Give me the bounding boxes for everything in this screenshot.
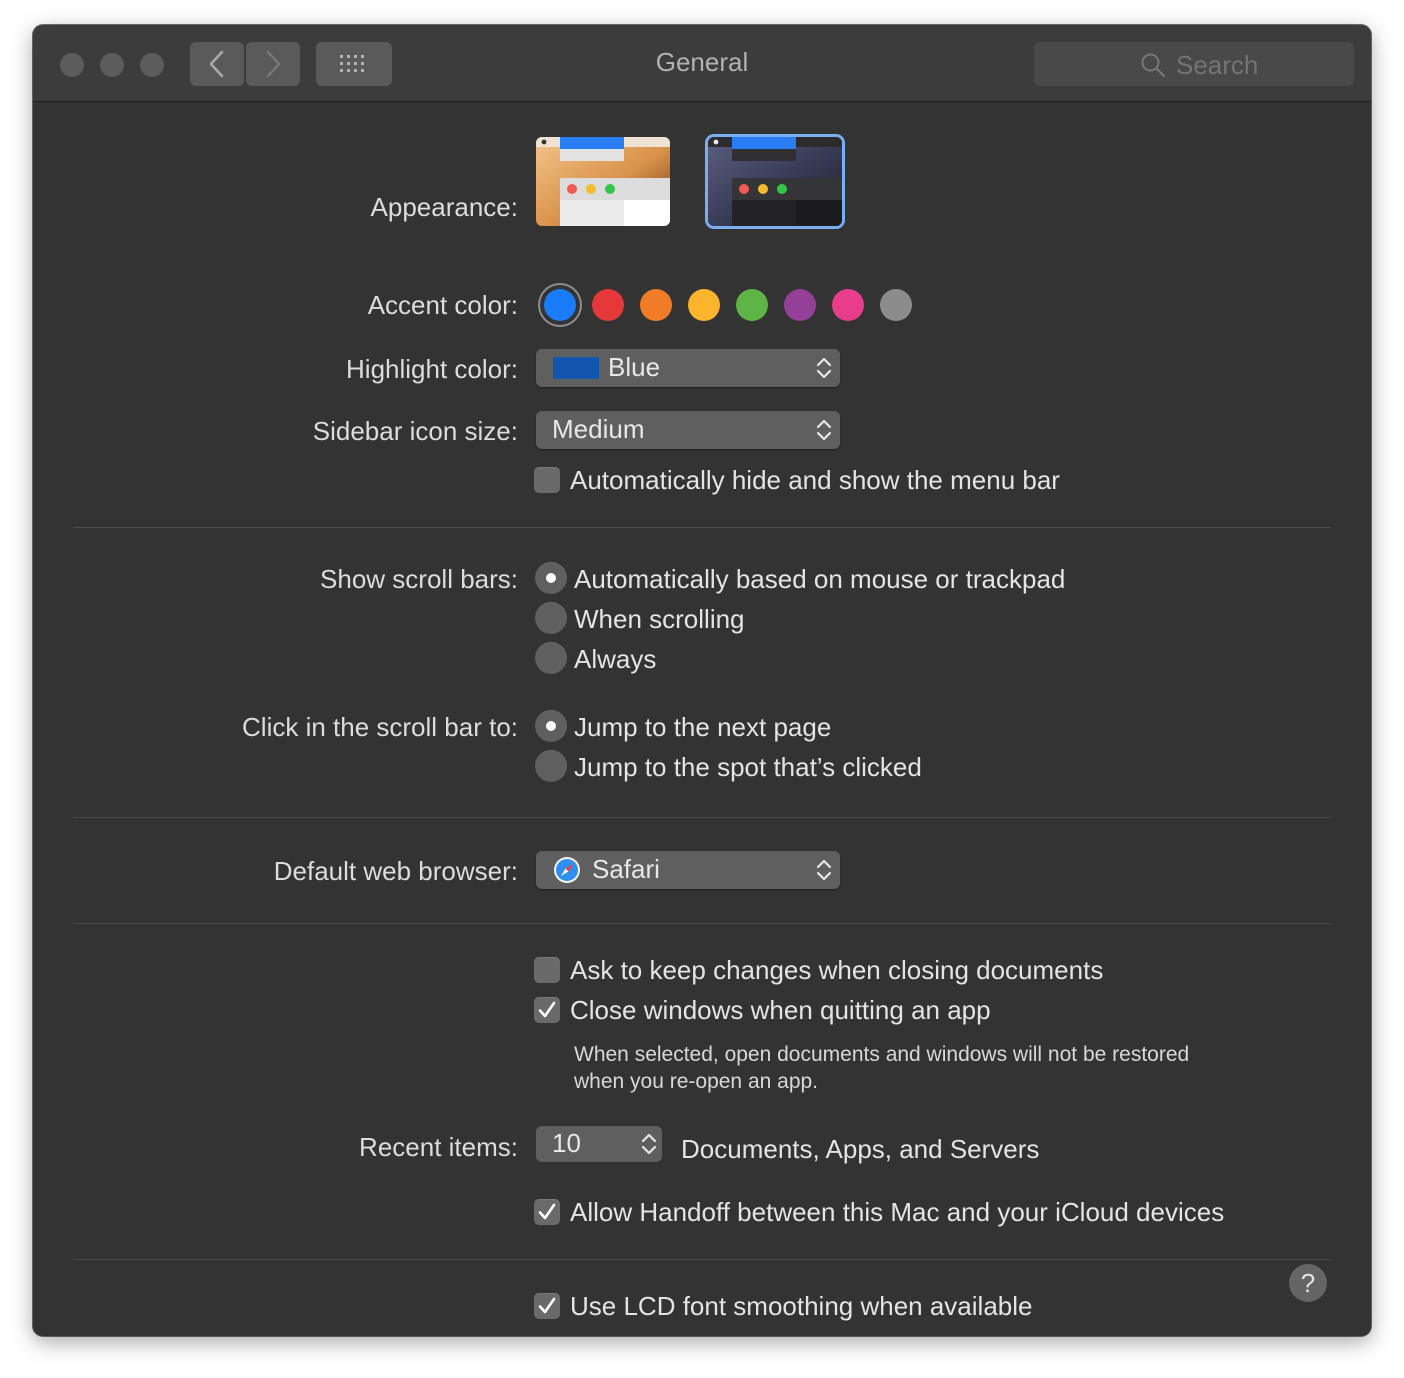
title-bar: General Search <box>33 25 1371 102</box>
accent-swatch-pink[interactable] <box>832 289 864 321</box>
accent-swatch-green[interactable] <box>736 289 768 321</box>
click-scroll-bar-label: Click in the scroll bar to: <box>242 712 518 742</box>
radio-selected-dot <box>546 573 556 583</box>
lcd-smoothing-checkbox[interactable] <box>534 1293 560 1319</box>
accent-swatch-orange[interactable] <box>640 289 672 321</box>
lcd-smoothing-label[interactable]: Use LCD font smoothing when available <box>570 1291 1032 1322</box>
recent-items-suffix: Documents, Apps, and Servers <box>681 1134 1040 1164</box>
radio-selected-dot <box>546 721 556 731</box>
divider <box>73 817 1331 818</box>
sidebar-icon-size-popup[interactable]: Medium <box>536 411 840 449</box>
close-windows-note-line: when you re-open an app. <box>574 1070 819 1093</box>
up-down-chevron-icon <box>816 419 832 441</box>
close-windows-note: When selected, open documents and window… <box>574 1041 1189 1095</box>
sidebar-icon-size-label: Sidebar icon size: <box>312 416 518 446</box>
scroll-bars-always-label[interactable]: Always <box>574 644 656 675</box>
accent-swatch-graphite[interactable] <box>880 289 912 321</box>
sidebar-icon-size-value: Medium <box>552 414 645 444</box>
recent-items-label: Recent items: <box>359 1132 518 1162</box>
highlight-color-popup[interactable]: Blue <box>536 349 840 387</box>
dark-appearance-thumbnail <box>708 137 842 226</box>
handoff-label[interactable]: Allow Handoff between this Mac and your … <box>570 1197 1224 1228</box>
accent-swatch-purple[interactable] <box>784 289 816 321</box>
scroll-bars-auto-radio[interactable] <box>535 562 567 594</box>
up-down-chevron-icon <box>816 357 832 379</box>
accent-swatch-blue[interactable] <box>544 289 576 321</box>
click-jump-to-spot-label[interactable]: Jump to the spot that’s clicked <box>574 752 922 783</box>
ask-keep-changes-label[interactable]: Ask to keep changes when closing documen… <box>570 955 1103 986</box>
appearance-dark-option[interactable] <box>708 137 842 226</box>
stepper-arrows-icon[interactable] <box>638 1130 660 1158</box>
accent-swatch-red[interactable] <box>592 289 624 321</box>
ask-keep-changes-checkbox[interactable] <box>534 957 560 983</box>
checkmark-icon <box>538 1203 556 1220</box>
appearance-light-option[interactable] <box>536 137 670 226</box>
divider <box>73 1259 1331 1260</box>
recent-items-value: 10 <box>552 1128 581 1158</box>
close-windows-checkbox[interactable] <box>534 997 560 1023</box>
search-icon <box>1141 53 1166 78</box>
default-browser-value: Safari <box>592 854 660 884</box>
scroll-bars-when-scrolling-radio[interactable] <box>535 602 567 634</box>
search-field[interactable]: Search <box>1034 42 1354 86</box>
safari-icon <box>554 857 580 883</box>
general-preferences-pane: Appearance: Accent color: Highlight colo… <box>33 102 1371 1336</box>
system-preferences-window: General Search Appearance: Accent color:… <box>33 25 1371 1336</box>
default-browser-label: Default web browser: <box>273 856 518 886</box>
scroll-bars-always-radio[interactable] <box>535 642 567 674</box>
divider <box>73 923 1331 924</box>
accent-swatch-yellow[interactable] <box>688 289 720 321</box>
scroll-bars-auto-label[interactable]: Automatically based on mouse or trackpad <box>574 564 1065 595</box>
default-browser-popup[interactable]: Safari <box>536 851 840 889</box>
highlight-color-label: Highlight color: <box>346 354 518 384</box>
scroll-bars-when-scrolling-label[interactable]: When scrolling <box>574 604 745 635</box>
help-button[interactable]: ? <box>1289 1264 1327 1302</box>
recent-items-stepper[interactable]: 10 <box>536 1126 662 1162</box>
search-placeholder: Search <box>1176 50 1259 80</box>
close-windows-label[interactable]: Close windows when quitting an app <box>570 995 991 1026</box>
light-appearance-thumbnail <box>536 137 670 226</box>
appearance-label: Appearance: <box>370 192 518 222</box>
menu-bar-autohide-checkbox[interactable] <box>534 467 560 493</box>
click-jump-to-spot-radio[interactable] <box>535 750 567 782</box>
close-windows-note-line: When selected, open documents and window… <box>574 1043 1190 1066</box>
menu-bar-autohide-label[interactable]: Automatically hide and show the menu bar <box>570 465 1060 496</box>
highlight-color-swatch <box>553 357 599 379</box>
up-down-chevron-icon <box>816 859 832 881</box>
click-jump-next-page-radio[interactable] <box>535 710 567 742</box>
accent-color-label: Accent color: <box>367 290 518 320</box>
handoff-checkbox[interactable] <box>534 1199 560 1225</box>
divider <box>73 527 1331 528</box>
checkmark-icon <box>538 1001 556 1018</box>
click-jump-next-page-label[interactable]: Jump to the next page <box>574 712 831 743</box>
checkmark-icon <box>538 1297 556 1314</box>
highlight-color-value: Blue <box>608 352 661 382</box>
show-scroll-bars-label: Show scroll bars: <box>320 564 518 594</box>
